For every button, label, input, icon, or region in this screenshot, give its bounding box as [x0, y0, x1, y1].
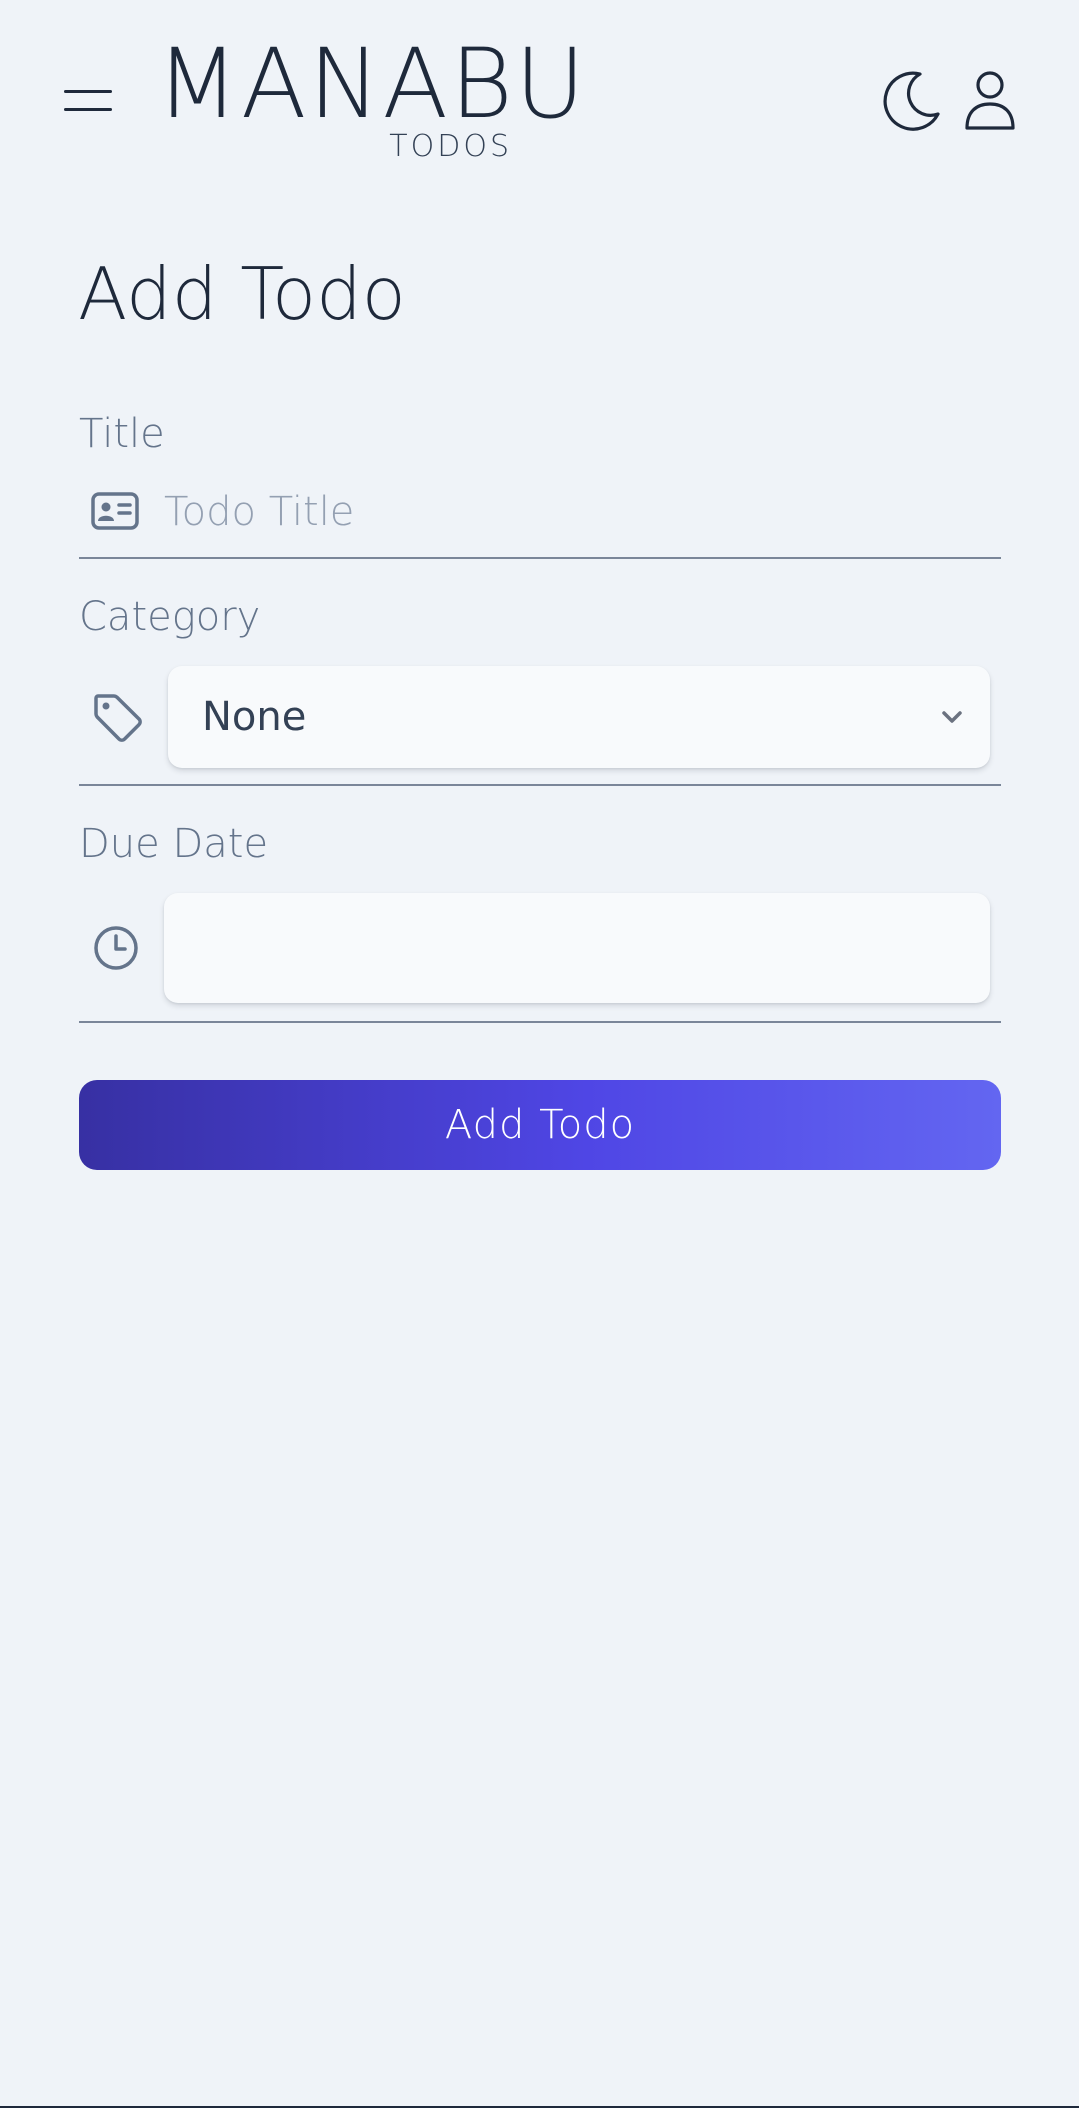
menu-bar-bottom [64, 108, 112, 111]
category-underline [79, 784, 1001, 786]
category-label: Category [79, 594, 261, 640]
page-title: Add Todo [78, 252, 406, 336]
due-date-underline [79, 1021, 1001, 1023]
category-selected-value: None [202, 694, 307, 740]
category-select[interactable]: None [168, 666, 990, 768]
moon-icon[interactable] [880, 70, 942, 132]
hamburger-menu-icon[interactable] [62, 84, 116, 118]
title-label: Title [79, 411, 165, 457]
id-card-icon [90, 486, 140, 536]
title-input[interactable] [160, 484, 994, 540]
title-underline [79, 557, 1001, 559]
chevron-down-icon [940, 705, 964, 729]
tag-icon [92, 692, 142, 742]
due-date-input[interactable] [164, 893, 990, 1003]
user-icon[interactable] [960, 68, 1020, 132]
logo-wordmark: MANABU [156, 28, 588, 140]
app-logo[interactable]: MANABU TODOS [156, 36, 585, 166]
add-todo-button-label: Add Todo [444, 1102, 636, 1148]
logo-subtitle: TODOS [389, 129, 512, 164]
menu-bar-top [64, 90, 112, 93]
add-todo-button[interactable]: Add Todo [79, 1080, 1001, 1170]
due-date-label: Due Date [79, 821, 269, 867]
clock-icon [91, 923, 141, 973]
app-header: MANABU TODOS [0, 0, 1079, 200]
